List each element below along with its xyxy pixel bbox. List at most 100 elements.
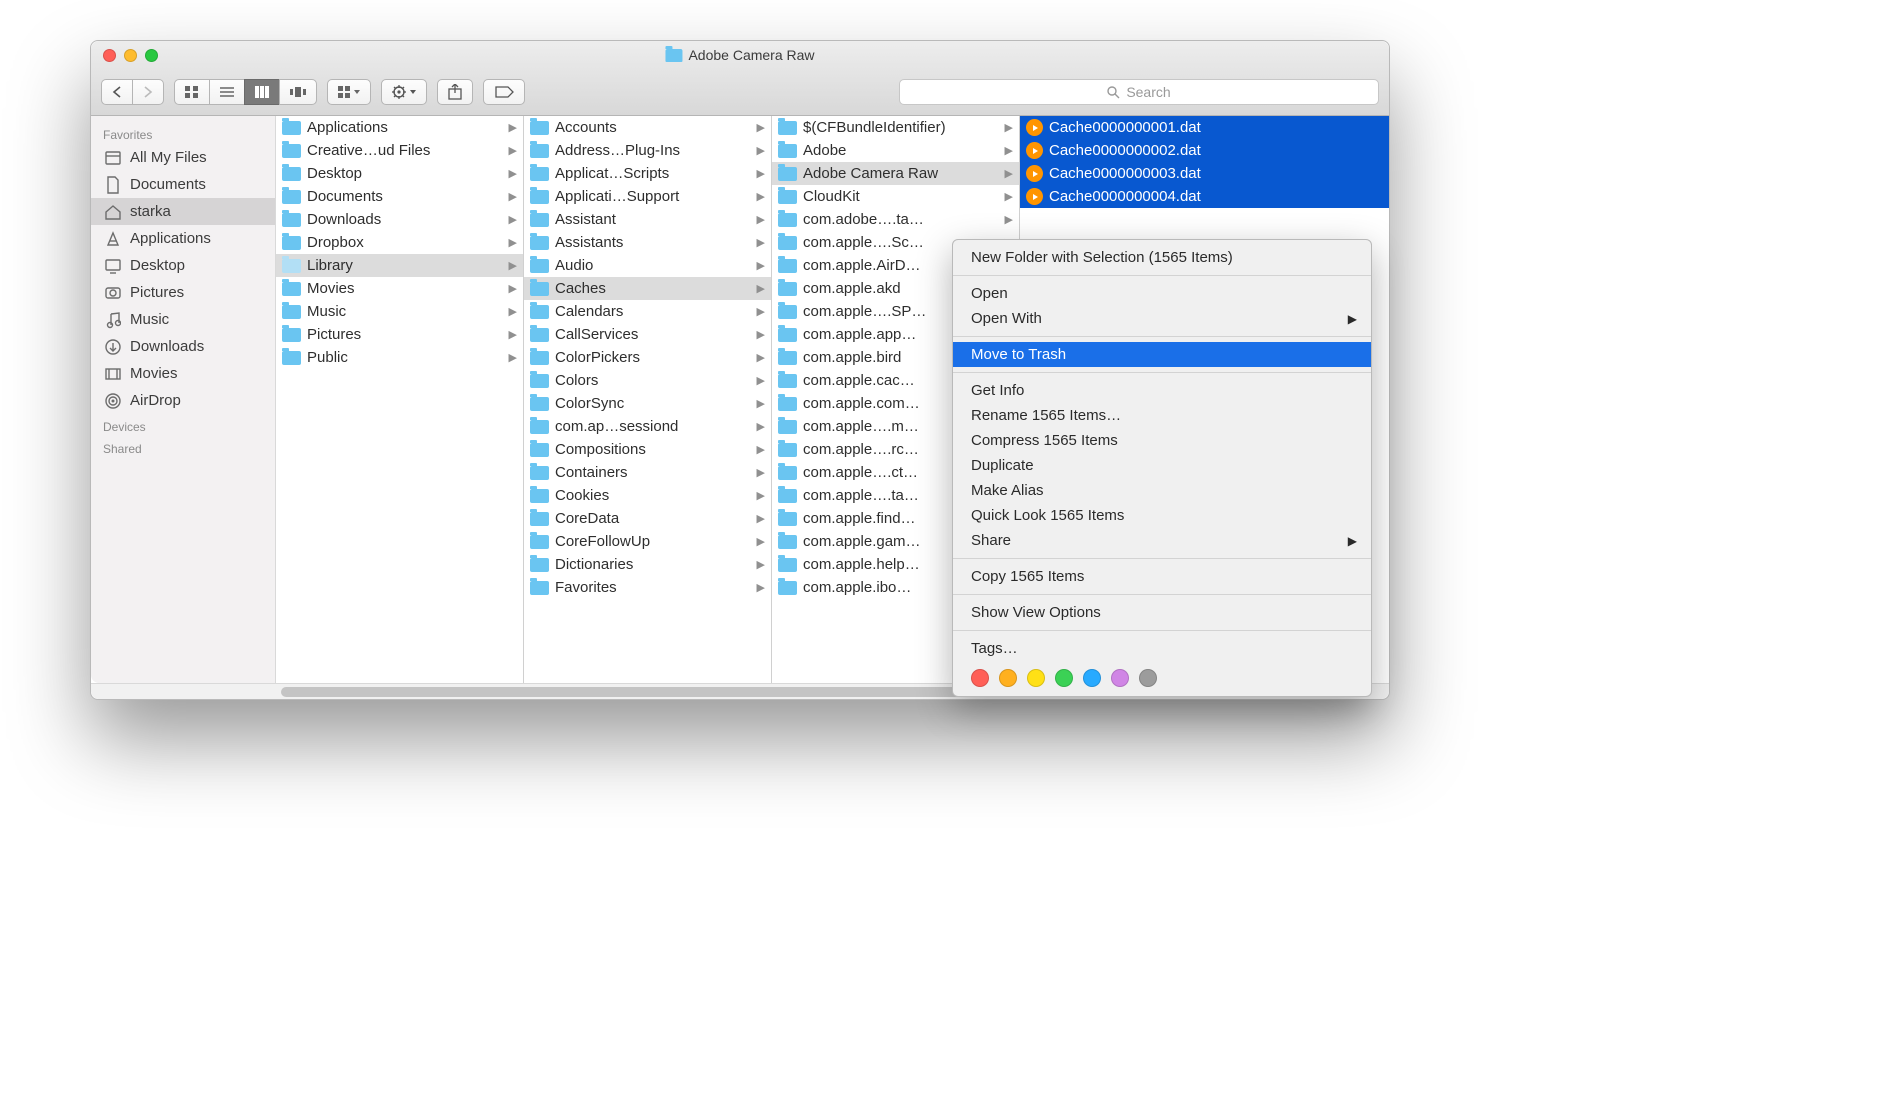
tag-color-4[interactable]	[1083, 669, 1101, 687]
sidebar-item-starka[interactable]: starka	[91, 198, 275, 225]
folder-row[interactable]: Pictures▶	[276, 323, 523, 346]
folder-row[interactable]: Movies▶	[276, 277, 523, 300]
chevron-right-icon: ▶	[757, 190, 765, 203]
sidebar-item-label: Desktop	[130, 257, 185, 274]
folder-row[interactable]: Applications▶	[276, 116, 523, 139]
folder-row[interactable]: Compositions▶	[524, 438, 771, 461]
share-button[interactable]	[437, 79, 473, 105]
folder-row[interactable]: Cookies▶	[524, 484, 771, 507]
view-icon-button[interactable]	[174, 79, 209, 105]
folder-icon	[282, 236, 301, 250]
tag-color-2[interactable]	[1027, 669, 1045, 687]
menu-item-rename-1565-items[interactable]: Rename 1565 Items…	[953, 403, 1371, 428]
view-coverflow-button[interactable]	[279, 79, 317, 105]
menu-item-tags[interactable]: Tags…	[953, 636, 1371, 661]
file-row[interactable]: Cache0000000002.dat	[1020, 139, 1389, 162]
action-button[interactable]	[381, 79, 427, 105]
folder-row[interactable]: Colors▶	[524, 369, 771, 392]
row-label: ColorPickers	[555, 349, 640, 366]
folder-row[interactable]: Assistant▶	[524, 208, 771, 231]
folder-row[interactable]: $(CFBundleIdentifier)▶	[772, 116, 1019, 139]
chevron-right-icon: ▶	[1005, 167, 1013, 180]
menu-item-share[interactable]: Share ▶	[953, 528, 1371, 553]
folder-row[interactable]: Calendars▶	[524, 300, 771, 323]
folder-row[interactable]: Adobe Camera Raw▶	[772, 162, 1019, 185]
file-row[interactable]: Cache0000000003.dat	[1020, 162, 1389, 185]
folder-row[interactable]: Creative…ud Files▶	[276, 139, 523, 162]
sidebar-item-downloads[interactable]: Downloads	[91, 333, 275, 360]
menu-item-compress-1565-items[interactable]: Compress 1565 Items	[953, 428, 1371, 453]
folder-row[interactable]: Library▶	[276, 254, 523, 277]
menu-item-make-alias[interactable]: Make Alias	[953, 478, 1371, 503]
folder-icon	[530, 121, 549, 135]
row-label: com.apple.akd	[803, 280, 901, 297]
sidebar-item-applications[interactable]: Applications	[91, 225, 275, 252]
tag-color-row	[953, 661, 1371, 691]
folder-row[interactable]: Caches▶	[524, 277, 771, 300]
menu-item-label: Share	[971, 532, 1011, 549]
row-label: Pictures	[307, 326, 361, 343]
menu-item-open[interactable]: Open	[953, 281, 1371, 306]
sidebar-item-desktop[interactable]: Desktop	[91, 252, 275, 279]
tag-color-0[interactable]	[971, 669, 989, 687]
chevron-right-icon: ▶	[1348, 534, 1357, 548]
sidebar-item-all-my-files[interactable]: All My Files	[91, 144, 275, 171]
folder-row[interactable]: Assistants▶	[524, 231, 771, 254]
sidebar-item-movies[interactable]: Movies	[91, 360, 275, 387]
folder-row[interactable]: Applicati…Support▶	[524, 185, 771, 208]
tag-color-5[interactable]	[1111, 669, 1129, 687]
folder-row[interactable]: Documents▶	[276, 185, 523, 208]
folder-row[interactable]: Applicat…Scripts▶	[524, 162, 771, 185]
arrange-button[interactable]	[327, 79, 371, 105]
forward-button[interactable]	[132, 79, 164, 105]
zoom-button[interactable]	[145, 49, 158, 62]
folder-row[interactable]: Favorites▶	[524, 576, 771, 599]
folder-row[interactable]: CoreFollowUp▶	[524, 530, 771, 553]
folder-row[interactable]: Public▶	[276, 346, 523, 369]
tags-button[interactable]	[483, 79, 525, 105]
file-row[interactable]: Cache0000000004.dat	[1020, 185, 1389, 208]
minimize-button[interactable]	[124, 49, 137, 62]
folder-row[interactable]: Address…Plug-Ins▶	[524, 139, 771, 162]
back-button[interactable]	[101, 79, 132, 105]
sidebar-item-music[interactable]: Music	[91, 306, 275, 333]
folder-row[interactable]: Desktop▶	[276, 162, 523, 185]
folder-row[interactable]: Accounts▶	[524, 116, 771, 139]
folder-row[interactable]: Containers▶	[524, 461, 771, 484]
folder-row[interactable]: Music▶	[276, 300, 523, 323]
row-label: com.apple.AirD…	[803, 257, 921, 274]
tag-color-1[interactable]	[999, 669, 1017, 687]
menu-item-copy-1565-items[interactable]: Copy 1565 Items	[953, 564, 1371, 589]
folder-row[interactable]: Dropbox▶	[276, 231, 523, 254]
folder-row[interactable]: ColorPickers▶	[524, 346, 771, 369]
folder-row[interactable]: CallServices▶	[524, 323, 771, 346]
menu-item-show-view-options[interactable]: Show View Options	[953, 600, 1371, 625]
folder-row[interactable]: Audio▶	[524, 254, 771, 277]
folder-row[interactable]: com.adobe….ta…▶	[772, 208, 1019, 231]
sidebar-item-airdrop[interactable]: AirDrop	[91, 387, 275, 414]
view-list-button[interactable]	[209, 79, 244, 105]
folder-row[interactable]: Downloads▶	[276, 208, 523, 231]
close-button[interactable]	[103, 49, 116, 62]
sidebar-item-pictures[interactable]: Pictures	[91, 279, 275, 306]
folder-row[interactable]: ColorSync▶	[524, 392, 771, 415]
tag-color-6[interactable]	[1139, 669, 1157, 687]
folder-row[interactable]: Adobe▶	[772, 139, 1019, 162]
folder-row[interactable]: Dictionaries▶	[524, 553, 771, 576]
folder-row[interactable]: CloudKit▶	[772, 185, 1019, 208]
menu-item-quick-look-1565-items[interactable]: Quick Look 1565 Items	[953, 503, 1371, 528]
folder-row[interactable]: CoreData▶	[524, 507, 771, 530]
menu-item-open-with[interactable]: Open With▶	[953, 306, 1371, 331]
sidebar-item-documents[interactable]: Documents	[91, 171, 275, 198]
search-input[interactable]: Search	[899, 79, 1379, 105]
row-label: Dropbox	[307, 234, 364, 251]
folder-row[interactable]: com.ap…sessiond▶	[524, 415, 771, 438]
menu-item-new-folder-with-selection-1565-items[interactable]: New Folder with Selection (1565 Items)	[953, 245, 1371, 270]
menu-item-duplicate[interactable]: Duplicate	[953, 453, 1371, 478]
menu-item-get-info[interactable]: Get Info	[953, 378, 1371, 403]
file-row[interactable]: Cache0000000001.dat	[1020, 116, 1389, 139]
row-label: Assistants	[555, 234, 623, 251]
tag-color-3[interactable]	[1055, 669, 1073, 687]
view-column-button[interactable]	[244, 79, 279, 105]
menu-item-move-to-trash[interactable]: Move to Trash	[953, 342, 1371, 367]
